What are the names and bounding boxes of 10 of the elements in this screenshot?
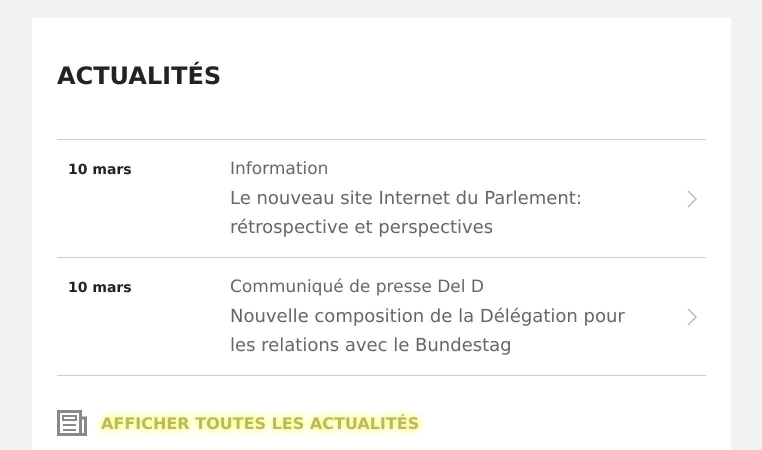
news-category: Information [230, 158, 330, 181]
newspaper-icon [57, 410, 87, 436]
chevron-right-icon[interactable] [686, 188, 698, 208]
chevron-right-icon[interactable] [686, 306, 698, 326]
news-date: 10 mars [67, 162, 133, 178]
news-headline[interactable]: Le nouveau site Internet du Parlement: rétrospective et perspectives [230, 184, 630, 242]
section-title: ACTUALITÉS [57, 60, 222, 92]
news-headline[interactable]: Nouvelle composition de la Délégation pour les relations avec le Bundestag [230, 302, 630, 360]
news-category: Communiqué de presse Del D [230, 276, 485, 299]
news-date: 10 mars [67, 280, 133, 296]
